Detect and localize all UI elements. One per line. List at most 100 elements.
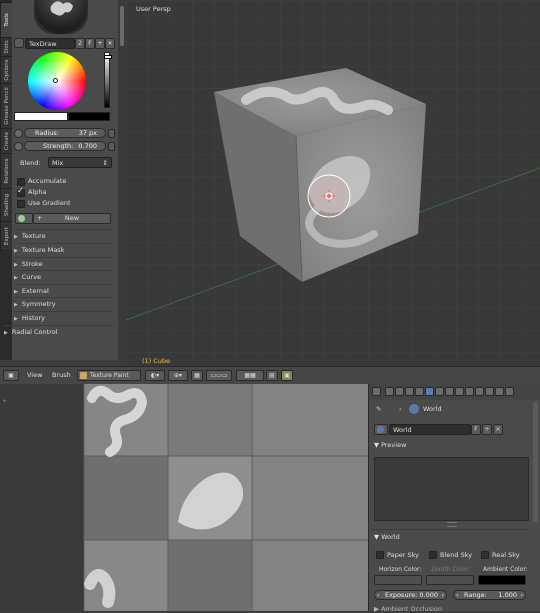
- strength-pressure-toggle[interactable]: [108, 142, 115, 151]
- brush-name-field[interactable]: TexDraw: [25, 38, 75, 49]
- render-layers-tab-icon[interactable]: [395, 387, 404, 396]
- properties-scrollbar[interactable]: [533, 402, 538, 522]
- section-curve[interactable]: ▶ Curve: [14, 270, 112, 283]
- zenith-color-swatch[interactable]: [426, 575, 474, 585]
- world-name-field[interactable]: World: [389, 424, 471, 435]
- decrement-arrow-icon[interactable]: ‹: [456, 591, 458, 600]
- resize-grip-icon[interactable]: [447, 522, 457, 527]
- layer-buttons[interactable]: ▦▦: [236, 370, 264, 381]
- world-tab-icon[interactable]: [415, 387, 424, 396]
- preview-section-header[interactable]: ▼ Preview: [374, 441, 406, 449]
- horizon-color-swatch[interactable]: [374, 575, 422, 585]
- strength-label: Strength:: [43, 142, 74, 150]
- radius-label: Radius:: [35, 129, 59, 137]
- radius-pressure-toggle[interactable]: [108, 129, 115, 138]
- render-tab-icon[interactable]: [385, 387, 394, 396]
- tool-shelf-panel: TexDraw 2 F + ✕ Radius: 37 px Strength: …: [12, 0, 118, 360]
- blend-sky-checkbox[interactable]: [429, 551, 437, 559]
- ambient-color-swatch[interactable]: [478, 575, 526, 585]
- value-slider-handle[interactable]: [104, 55, 112, 59]
- radius-pressure-icon[interactable]: [14, 129, 23, 138]
- fake-user-button[interactable]: F: [85, 38, 95, 49]
- color-picker-cursor[interactable]: [53, 78, 58, 83]
- view-menu[interactable]: View: [27, 371, 42, 379]
- decrement-arrow-icon[interactable]: ‹: [377, 591, 379, 600]
- mode-dropdown[interactable]: Texture Paint: [77, 370, 141, 381]
- object-tab-icon[interactable]: [435, 387, 444, 396]
- image-icon-button[interactable]: ▣: [281, 370, 293, 381]
- uv-texture-canvas[interactable]: [0, 384, 368, 611]
- pin-icon[interactable]: ✎: [376, 405, 381, 413]
- exposure-field[interactable]: ‹ Exposure: 0.000 ›: [374, 590, 447, 600]
- brush-browse-icon[interactable]: [14, 38, 24, 48]
- render-icon-button[interactable]: ▤: [266, 370, 278, 381]
- texture-tab-icon[interactable]: [485, 387, 494, 396]
- zenith-color-label: Zenith Color:: [431, 566, 470, 573]
- modifiers-tab-icon[interactable]: [455, 387, 464, 396]
- section-texture-mask[interactable]: ▶ Texture Mask: [14, 243, 112, 256]
- unlink-brush-button[interactable]: ✕: [105, 38, 115, 49]
- data-tab-icon[interactable]: [465, 387, 474, 396]
- editor-type-button[interactable]: ▣: [3, 370, 19, 381]
- brush-preview[interactable]: [34, 0, 88, 34]
- viewport-shading-button[interactable]: ◐▾: [145, 370, 165, 381]
- value-slider[interactable]: [104, 52, 112, 108]
- radius-slider[interactable]: Radius: 37 px: [24, 128, 106, 138]
- ambient-occlusion-section[interactable]: ▶ Ambient Occlusion: [374, 605, 442, 613]
- brush-users-count[interactable]: 2: [75, 38, 85, 49]
- strength-pressure-icon[interactable]: [14, 142, 23, 151]
- tab-label: Tools: [3, 13, 10, 27]
- world-tab-active-icon[interactable]: [425, 387, 434, 396]
- tab-label: Options: [3, 59, 10, 81]
- strength-slider[interactable]: Strength: 0.700: [24, 141, 106, 151]
- primary-color-swatch[interactable]: [14, 112, 68, 121]
- uv-image-editor[interactable]: +: [0, 384, 368, 611]
- brush-menu[interactable]: Brush: [52, 371, 71, 379]
- section-radial-control[interactable]: ▶ Radial Control: [4, 325, 114, 338]
- tool-panel-scrollbar[interactable]: [118, 0, 126, 360]
- world-browse-button[interactable]: [374, 424, 388, 435]
- secondary-color-swatch[interactable]: [68, 112, 110, 121]
- section-texture[interactable]: ▶ Texture: [14, 229, 112, 242]
- section-history[interactable]: ▶ History: [14, 311, 112, 324]
- pivot-button[interactable]: ⊕▾: [168, 370, 188, 381]
- section-stroke[interactable]: ▶ Stroke: [14, 257, 112, 270]
- material-tab-icon[interactable]: [475, 387, 484, 396]
- increment-arrow-icon[interactable]: ›: [442, 591, 444, 600]
- section-symmetry[interactable]: ▶ Symmetry: [14, 297, 112, 310]
- real-sky-checkbox[interactable]: [481, 551, 489, 559]
- section-label: Preview: [381, 441, 407, 449]
- range-label: Range:: [464, 591, 487, 599]
- scrollbar-thumb[interactable]: [120, 6, 124, 46]
- add-brush-button[interactable]: +: [95, 38, 105, 49]
- particles-tab-icon[interactable]: [495, 387, 504, 396]
- collapse-arrow-icon: ▶: [14, 275, 18, 281]
- 3d-viewport[interactable]: User Persp (1) Cube: [126, 0, 540, 366]
- editor-type-icon[interactable]: [372, 387, 381, 396]
- constraints-tab-icon[interactable]: [445, 387, 454, 396]
- physics-tab-icon[interactable]: [505, 387, 514, 396]
- mask-button[interactable]: ▦: [191, 370, 203, 381]
- collapse-arrow-icon: ▶: [4, 330, 8, 336]
- strength-value: 0.700: [78, 142, 97, 150]
- add-world-button[interactable]: +: [482, 424, 492, 435]
- editor-corner-icon[interactable]: +: [2, 398, 7, 405]
- range-field[interactable]: ‹ Range: 1.000 ›: [453, 590, 526, 600]
- manipulator-buttons[interactable]: ▭▭▭: [206, 370, 232, 381]
- active-object-label: (1) Cube: [142, 357, 171, 365]
- section-external[interactable]: ▶ External: [14, 284, 112, 297]
- new-texture-button[interactable]: + New: [33, 213, 111, 224]
- accumulate-checkbox[interactable]: [17, 178, 25, 186]
- scene-tab-icon[interactable]: [405, 387, 414, 396]
- blend-mode-dropdown[interactable]: Mix ⇕: [48, 157, 112, 168]
- use-gradient-checkbox[interactable]: [17, 200, 25, 208]
- viewport-scene[interactable]: [126, 0, 540, 366]
- texture-browse-button[interactable]: [15, 213, 33, 224]
- world-section-header[interactable]: ▼ World: [374, 533, 400, 541]
- world-fake-user-button[interactable]: F: [471, 424, 481, 435]
- unlink-world-button[interactable]: ✕: [493, 424, 503, 435]
- increment-arrow-icon[interactable]: ›: [521, 591, 523, 600]
- paper-sky-checkbox[interactable]: [376, 551, 384, 559]
- color-wheel[interactable]: [28, 52, 86, 110]
- alpha-checkbox[interactable]: [17, 186, 25, 197]
